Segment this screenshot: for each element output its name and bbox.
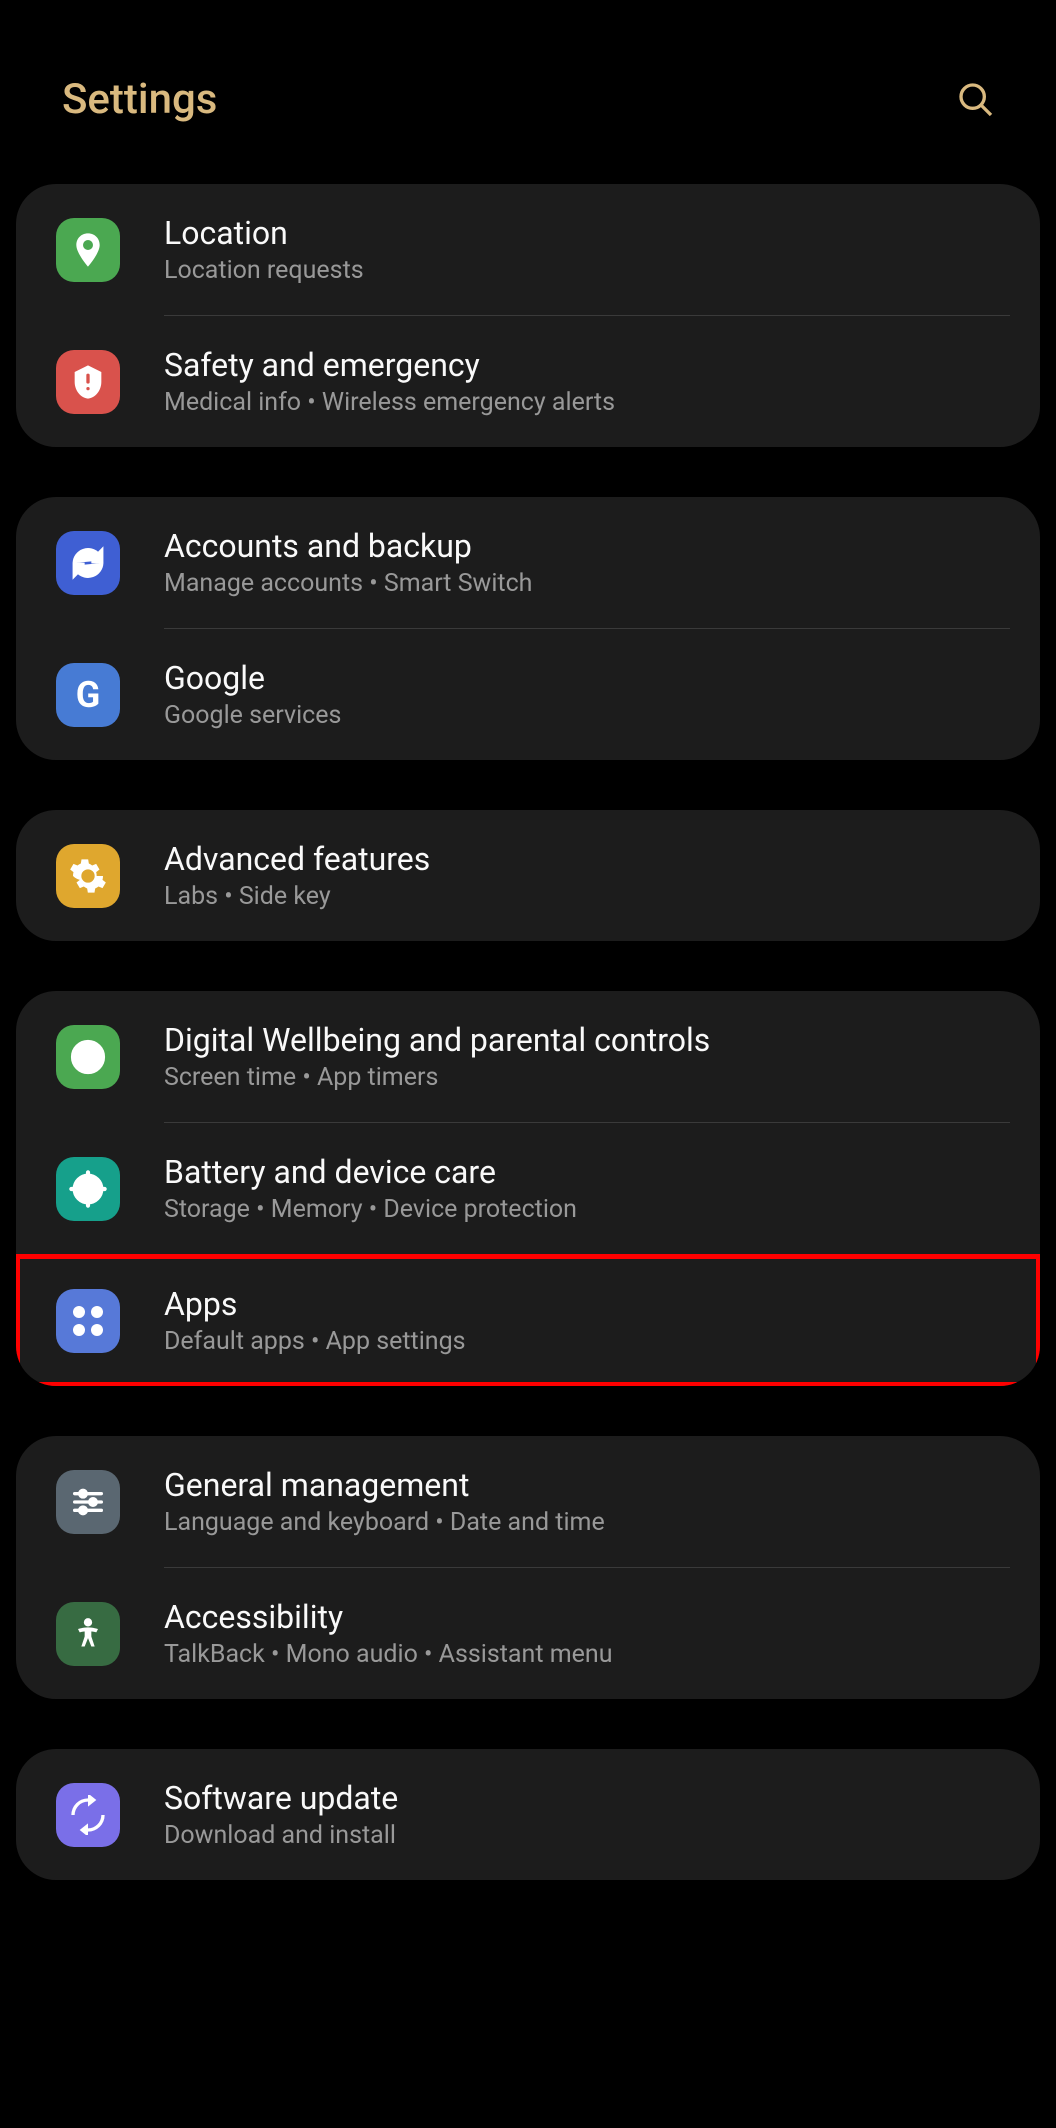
settings-item-safety[interactable]: Safety and emergency Medical info • Wire… bbox=[16, 316, 1040, 447]
settings-item-text: Accessibility TalkBack • Mono audio • As… bbox=[164, 1598, 1010, 1669]
settings-header: Settings bbox=[0, 0, 1056, 184]
settings-item-title: Accounts and backup bbox=[164, 527, 1010, 565]
settings-item-title: Battery and device care bbox=[164, 1153, 1010, 1191]
settings-item-text: Location Location requests bbox=[164, 214, 1010, 285]
apps-icon bbox=[56, 1289, 120, 1353]
settings-item-text: Software update Download and install bbox=[164, 1779, 1010, 1850]
settings-item-subtitle: Download and install bbox=[164, 1821, 1010, 1850]
settings-item-text: Google Google services bbox=[164, 659, 1010, 730]
settings-item-subtitle: TalkBack • Mono audio • Assistant menu bbox=[164, 1640, 1010, 1669]
battery-icon bbox=[56, 1157, 120, 1221]
settings-item-subtitle: Labs • Side key bbox=[164, 882, 1010, 911]
settings-item-battery[interactable]: Battery and device care Storage • Memory… bbox=[16, 1123, 1040, 1254]
settings-item-text: Advanced features Labs • Side key bbox=[164, 840, 1010, 911]
settings-item-subtitle: Default apps • App settings bbox=[164, 1327, 1010, 1356]
settings-item-advanced[interactable]: Advanced features Labs • Side key bbox=[16, 810, 1040, 941]
advanced-icon bbox=[56, 844, 120, 908]
settings-item-subtitle: Screen time • App timers bbox=[164, 1063, 1010, 1092]
settings-item-title: Apps bbox=[164, 1285, 1010, 1323]
settings-group: Advanced features Labs • Side key bbox=[16, 810, 1040, 941]
settings-item-title: General management bbox=[164, 1466, 1010, 1504]
settings-item-text: Safety and emergency Medical info • Wire… bbox=[164, 346, 1010, 417]
settings-item-subtitle: Location requests bbox=[164, 256, 1010, 285]
settings-item-title: Location bbox=[164, 214, 1010, 252]
wellbeing-icon bbox=[56, 1025, 120, 1089]
settings-item-title: Advanced features bbox=[164, 840, 1010, 878]
google-icon: G bbox=[56, 663, 120, 727]
settings-list: Location Location requests Safety and em… bbox=[0, 184, 1056, 1880]
settings-item-apps[interactable]: Apps Default apps • App settings bbox=[16, 1255, 1040, 1386]
search-icon[interactable] bbox=[956, 80, 996, 120]
settings-item-text: Accounts and backup Manage accounts • Sm… bbox=[164, 527, 1010, 598]
location-icon bbox=[56, 218, 120, 282]
settings-item-subtitle: Storage • Memory • Device protection bbox=[164, 1195, 1010, 1224]
settings-item-title: Safety and emergency bbox=[164, 346, 1010, 384]
accessibility-icon bbox=[56, 1602, 120, 1666]
settings-item-title: Accessibility bbox=[164, 1598, 1010, 1636]
settings-item-general[interactable]: General management Language and keyboard… bbox=[16, 1436, 1040, 1567]
settings-item-google[interactable]: G Google Google services bbox=[16, 629, 1040, 760]
settings-item-title: Software update bbox=[164, 1779, 1010, 1817]
settings-group: Software update Download and install bbox=[16, 1749, 1040, 1880]
settings-item-accessibility[interactable]: Accessibility TalkBack • Mono audio • As… bbox=[16, 1568, 1040, 1699]
settings-item-text: General management Language and keyboard… bbox=[164, 1466, 1010, 1537]
settings-item-subtitle: Google services bbox=[164, 701, 1010, 730]
settings-item-title: Digital Wellbeing and parental controls bbox=[164, 1021, 1010, 1059]
settings-item-wellbeing[interactable]: Digital Wellbeing and parental controls … bbox=[16, 991, 1040, 1122]
accounts-icon bbox=[56, 531, 120, 595]
settings-item-accounts[interactable]: Accounts and backup Manage accounts • Sm… bbox=[16, 497, 1040, 628]
settings-item-text: Digital Wellbeing and parental controls … bbox=[164, 1021, 1010, 1092]
settings-group: Location Location requests Safety and em… bbox=[16, 184, 1040, 447]
safety-icon bbox=[56, 350, 120, 414]
settings-item-text: Apps Default apps • App settings bbox=[164, 1285, 1010, 1356]
settings-item-subtitle: Medical info • Wireless emergency alerts bbox=[164, 388, 1010, 417]
general-icon bbox=[56, 1470, 120, 1534]
software-icon bbox=[56, 1783, 120, 1847]
settings-group: Digital Wellbeing and parental controls … bbox=[16, 991, 1040, 1386]
settings-item-location[interactable]: Location Location requests bbox=[16, 184, 1040, 315]
settings-item-text: Battery and device care Storage • Memory… bbox=[164, 1153, 1010, 1224]
settings-group: Accounts and backup Manage accounts • Sm… bbox=[16, 497, 1040, 760]
settings-item-subtitle: Language and keyboard • Date and time bbox=[164, 1508, 1010, 1537]
settings-item-subtitle: Manage accounts • Smart Switch bbox=[164, 569, 1010, 598]
settings-group: General management Language and keyboard… bbox=[16, 1436, 1040, 1699]
settings-item-software[interactable]: Software update Download and install bbox=[16, 1749, 1040, 1880]
settings-item-title: Google bbox=[164, 659, 1010, 697]
page-title: Settings bbox=[62, 75, 217, 124]
